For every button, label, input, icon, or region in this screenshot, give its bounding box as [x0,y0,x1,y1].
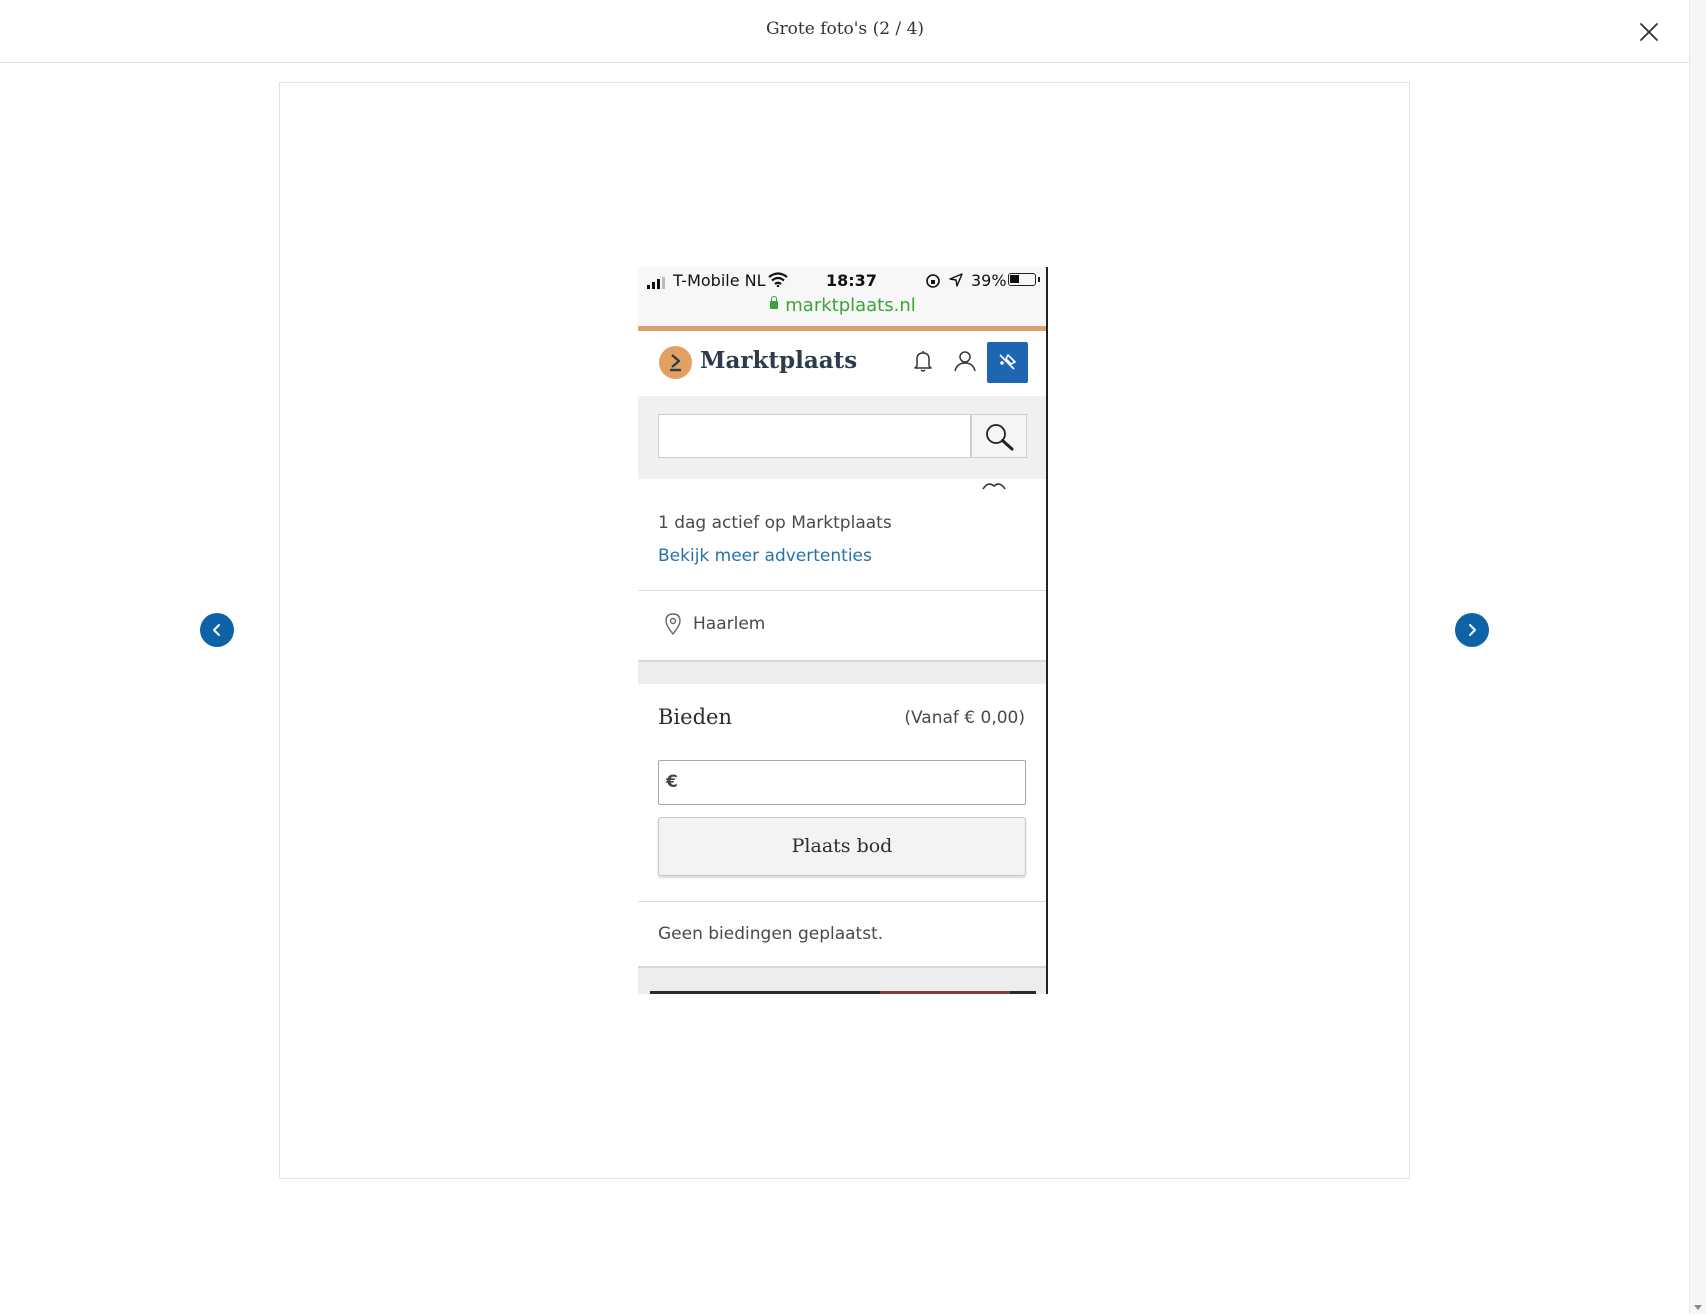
bid-amount-field: € [658,760,1026,805]
search-button [971,414,1027,458]
lock-icon [770,296,779,309]
search-icon [986,424,1014,451]
seller-active-text: 1 dag actief op Marktplaats [658,513,892,533]
rotation-lock-icon [926,274,940,288]
euro-symbol: € [666,772,678,792]
no-bids-text: Geen biedingen geplaatst. [658,924,884,944]
marktplaats-header: Marktplaats [638,331,1046,396]
url-text: marktplaats.nl [785,295,916,316]
chevron-right-icon [1469,624,1476,636]
previous-photo-button[interactable] [200,613,234,647]
photo-image: T-Mobile NL 18:37 39% marktplaats.nl Mar… [638,267,1048,994]
wifi-icon [768,272,788,287]
bid-title: Bieden [658,705,732,729]
search-bar [638,396,1046,479]
marktplaats-logo-icon [659,346,692,379]
modal-header: Grote foto's (2 / 4) [0,0,1690,63]
search-input [658,414,971,458]
place-bid-button: Plaats bod [658,817,1026,876]
phone-status-bar: T-Mobile NL 18:37 39% marktplaats.nl [638,267,1046,327]
section-separator [638,660,1046,684]
chevron-icon [982,483,1006,490]
divider [638,590,1046,591]
divider [638,901,1046,902]
battery-icon [1008,273,1036,286]
battery-fill [1010,275,1019,283]
carrier-name: T-Mobile NL [673,271,766,290]
scroll-down-arrow-icon[interactable] [1694,1305,1702,1310]
bell-icon [914,351,932,372]
pin-icon [999,354,1016,370]
battery-tip [1038,277,1040,282]
place-ad-button [987,342,1028,383]
location-pin-icon [665,613,681,635]
address-bar: marktplaats.nl [638,295,1046,316]
bid-from-text: (Vanaf € 0,00) [904,708,1025,728]
next-photo-button[interactable] [1455,613,1489,647]
battery-percent: 39% [971,271,1007,290]
brand-name: Marktplaats [700,347,858,374]
chevron-left-icon [213,624,220,636]
close-icon [1640,23,1658,41]
next-image-strip [650,991,1036,994]
user-icon [954,351,976,372]
section-separator [638,966,1046,994]
modal-title: Grote foto's (2 / 4) [765,19,925,39]
location-text: Haarlem [693,614,766,634]
signal-icon [647,277,665,289]
scrollbar[interactable] [1689,0,1706,1314]
close-button[interactable] [1635,18,1663,46]
more-ads-link: Bekijk meer advertenties [658,546,872,566]
location-arrow-icon [949,273,963,287]
clock: 18:37 [826,271,877,290]
